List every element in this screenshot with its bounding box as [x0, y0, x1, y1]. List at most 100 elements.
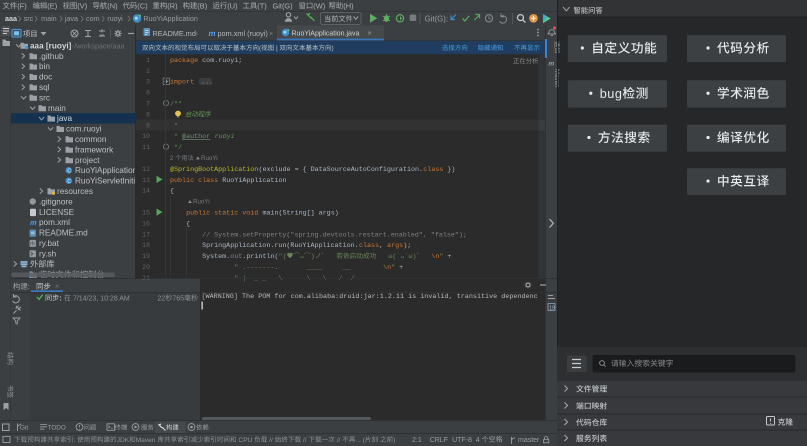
svg-text:UTF-8: UTF-8	[452, 437, 472, 444]
svg-text:project: project	[75, 156, 100, 165]
svg-text:ω(´ᴗ`ω): ω(´ᴗ`ω)	[376, 253, 416, 261]
svg-text:Git: Git	[20, 425, 28, 432]
svg-text:rb: rb	[30, 241, 35, 247]
svg-text://: //	[335, 437, 342, 444]
svg-text:README.md: README.md	[153, 29, 196, 38]
svg-text:RuoYiApplication: RuoYiApplication	[75, 166, 137, 175]
svg-text:×: ×	[368, 28, 372, 37]
svg-text:@SpringBootApplication: @SpringBootApplication	[170, 166, 258, 174]
svg-text:}): })	[443, 166, 455, 174]
svg-text:2: 2	[170, 155, 175, 162]
svg-text:RuoYiServletInitial: RuoYiServletInitial	[75, 177, 142, 186]
svg-text:RuoYiApplication: RuoYiApplication	[222, 177, 286, 185]
svg-text:System.: System.	[170, 253, 230, 261]
svg-text:aaa [ruoyi]: aaa [ruoyi]	[30, 41, 72, 50]
svg-text:[WARNING] The POM for com.alib: [WARNING] The POM for com.alibaba:druid:…	[202, 293, 538, 301]
svg-text:out: out	[230, 253, 242, 261]
svg-text:(E): (E)	[47, 1, 57, 10]
svg-text:Maven: Maven	[553, 69, 560, 88]
svg-text:SpringApplication.run(RuoYiApp: SpringApplication.run(RuoYiApplication.	[170, 242, 359, 250]
svg-text:(R): (R)	[167, 1, 177, 10]
svg-text:doc: doc	[39, 73, 52, 82]
svg-text:main: main	[48, 104, 66, 113]
svg-text:(C): (C)	[137, 1, 147, 10]
svg-text:6: 6	[146, 90, 150, 98]
svg-text:RuoYi: RuoYi	[193, 199, 210, 206]
svg-text:8: 8	[146, 111, 150, 119]
svg-text:+: +	[443, 253, 451, 261]
svg-text:19: 19	[142, 253, 150, 261]
svg-text:\n: \n	[431, 253, 439, 261]
svg-text:pom.xml: pom.xml	[39, 218, 70, 227]
svg-text:.println(: .println(	[242, 253, 278, 261]
svg-text:com.ruoyi: com.ruoyi	[66, 125, 102, 134]
svg-text:1: 1	[146, 57, 150, 65]
svg-text:aaa: aaa	[5, 14, 18, 23]
svg-text::: :	[59, 294, 61, 302]
svg-text:(N): (N)	[107, 1, 117, 10]
svg-text:master: master	[518, 437, 540, 444]
svg-text:*: *	[170, 133, 182, 141]
svg-text:com: com	[86, 14, 100, 23]
svg-text:ᴗ: ᴗ	[300, 253, 304, 261]
svg-text:public static void: public static void	[186, 210, 262, 218]
svg-text:... (: ... (	[355, 437, 365, 444]
svg-text:{: {	[170, 188, 174, 196]
svg-text:): )	[311, 253, 315, 261]
svg-text:CPU: CPU	[237, 437, 255, 444]
svg-text:package: package	[170, 57, 202, 65]
svg-text:TODO: TODO	[48, 425, 66, 432]
svg-text:3: 3	[146, 79, 150, 87]
svg-text:19: 19	[549, 305, 555, 311]
svg-text:18: 18	[142, 242, 150, 250]
svg-text:11: 11	[142, 144, 150, 152]
svg-text:7: 7	[146, 101, 150, 109]
svg-text:RuoYiApplication: RuoYiApplication	[143, 14, 197, 23]
svg-text:ry.sh: ry.sh	[39, 249, 57, 258]
svg-text:4: 4	[476, 437, 482, 444]
svg-text:,: ,	[379, 242, 387, 250]
svg-text:ruoyi: ruoyi	[107, 14, 123, 23]
svg-text:765: 765	[172, 295, 184, 302]
svg-text:Maven: Maven	[136, 437, 158, 444]
svg-text:Git(G): Git(G)	[273, 1, 293, 10]
svg-text:+: +	[395, 264, 403, 272]
svg-text://: //	[301, 437, 308, 444]
svg-text:2:1: 2:1	[412, 437, 422, 444]
svg-text:java: java	[64, 14, 78, 23]
svg-text:src: src	[24, 14, 34, 23]
svg-text:import: import	[170, 79, 198, 87]
svg-text:(T): (T)	[257, 1, 266, 10]
svg-text:(H): (H)	[343, 1, 353, 10]
svg-text:C: C	[67, 179, 71, 185]
svg-text:C: C	[67, 168, 71, 174]
svg-text:{: {	[170, 220, 190, 228]
svg-text:bug: bug	[600, 87, 623, 101]
svg-text:bin: bin	[39, 62, 50, 71]
svg-text:ruoyi: ruoyi	[214, 133, 236, 141]
svg-text:@author: @author	[182, 133, 210, 141]
svg-text:*/: */	[170, 144, 182, 152]
svg-text:(B): (B)	[197, 1, 207, 10]
svg-text:/**: /**	[170, 101, 182, 109]
svg-text:main: main	[41, 14, 57, 23]
svg-text:args: args	[387, 242, 403, 250]
svg-text:17: 17	[142, 231, 150, 239]
svg-text:resources: resources	[57, 187, 93, 196]
svg-text:.github: .github	[39, 52, 64, 61]
svg-text:(exclude = { DataSourceAutoCon: (exclude = { DataSourceAutoConfiguration…	[258, 166, 423, 174]
svg-text:java: java	[56, 114, 72, 123]
svg-text:15: 15	[142, 210, 150, 218]
svg-text:14: 14	[142, 188, 150, 196]
svg-text:*: *	[170, 122, 178, 130]
svg-text:): )	[332, 45, 334, 52]
svg-text:ry.bat: ry.bat	[39, 239, 60, 248]
svg-text:framework: framework	[75, 145, 114, 154]
svg-text:12: 12	[142, 166, 150, 174]
svg-text:16: 16	[142, 220, 150, 228]
svg-text:...: ...	[201, 79, 213, 87]
svg-text:.gitignore: .gitignore	[39, 197, 73, 206]
svg-text:13: 13	[142, 177, 150, 185]
svg-text:20: 20	[142, 264, 150, 272]
svg-text:common: common	[75, 135, 107, 144]
